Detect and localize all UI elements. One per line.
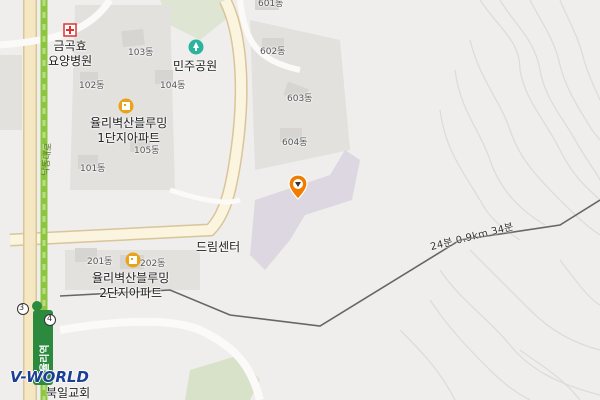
mountain-contours (399, 0, 600, 400)
building-label-604: 604동 (282, 138, 308, 148)
vworld-logo: V-WORLD (10, 368, 89, 386)
building-label-102: 102동 (79, 81, 105, 91)
building-label-104: 104동 (160, 81, 186, 91)
location-pin-icon[interactable] (288, 174, 308, 200)
poi-label-dream-center: 드림센터 (196, 240, 241, 254)
hospital-icon[interactable] (63, 23, 77, 37)
station-exit-4: 4 (47, 314, 53, 323)
poi-label-park: 민주공원 (173, 59, 218, 73)
park-icon[interactable] (188, 39, 204, 55)
station-exit-3: 3 (19, 303, 25, 312)
dream-center-building (250, 150, 360, 270)
poi-label-hospital: 금곡효 요양병원 (48, 39, 92, 69)
building-label-201: 201동 (87, 257, 113, 267)
map-view[interactable]: 601동 602동 603동 604동 103동 104동 102동 105동 … (0, 0, 600, 400)
poi-label-apartment-2: 율리벽산블루밍 2단지아파트 (92, 271, 170, 300)
poi-label-church: 북일교회 (46, 386, 91, 400)
building-label-602: 602동 (260, 47, 286, 57)
building-label-603: 603동 (287, 94, 313, 104)
poi-label-hospital-text: 금곡효 요양병원 (48, 39, 93, 68)
poi-label-apartment-1: 율리벽산블루밍 1단지아파트 (90, 116, 168, 145)
building-label-202: 202동 (140, 259, 166, 269)
building-label-601: 601동 (258, 0, 284, 9)
building-label-103: 103동 (128, 48, 154, 58)
apartment-icon-1[interactable] (118, 98, 134, 114)
building-label-101: 101동 (80, 164, 106, 174)
apartment-icon-2[interactable] (125, 252, 141, 268)
